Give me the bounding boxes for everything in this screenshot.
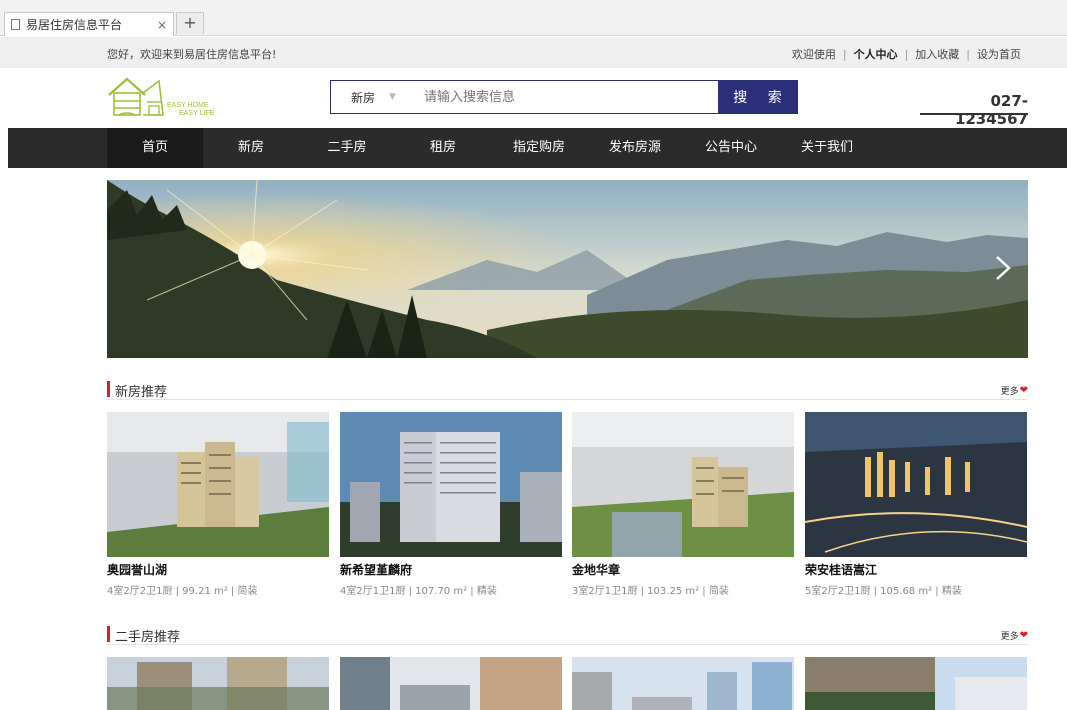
browser-tab-strip: 易居住房信息平台 × + xyxy=(0,0,1067,36)
nav-item-rent[interactable]: 租房 xyxy=(395,128,491,168)
property-image[interactable] xyxy=(107,657,329,710)
section-title: 新房推荐 xyxy=(115,385,168,400)
search-input[interactable] xyxy=(416,81,718,113)
property-image[interactable] xyxy=(805,412,1027,557)
property-card[interactable]: 新希望堇麟府 4室2厅1卫1厨 | 107.70 m² | 精装 xyxy=(340,412,562,597)
property-info: 3室2厅1卫1厨 | 103.25 m² | 简装 xyxy=(572,586,729,597)
main-nav: 首页 新房 二手房 租房 指定购房 发布房源 公告中心 关于我们 xyxy=(8,128,1067,168)
property-name[interactable]: 荣安桂语嵩江 xyxy=(805,561,1027,578)
set-homepage-link[interactable]: 设为首页 xyxy=(972,46,1026,62)
chevron-right-icon[interactable] xyxy=(994,255,1012,281)
property-card[interactable]: 奥园誉山湖 4室2厅2卫1厨 | 99.21 m² | 简装 xyxy=(107,412,329,597)
top-links: 欢迎使用 | 个人中心 | 加入收藏 | 设为首页 xyxy=(787,46,1026,62)
welcome-use-link[interactable]: 欢迎使用 xyxy=(787,46,841,62)
separator: | xyxy=(842,47,847,61)
nav-item-home[interactable]: 首页 xyxy=(107,128,203,168)
second-hand-section-header: 二手房推荐 更多 ❤ xyxy=(107,625,1028,645)
tab-title: 易居住房信息平台 xyxy=(26,18,123,32)
phone-number: 027-1234567 xyxy=(920,89,1028,128)
property-image[interactable] xyxy=(107,412,329,557)
section-accent-bar xyxy=(107,626,110,642)
property-info: 4室2厅2卫1厨 | 99.21 m² | 简装 xyxy=(107,586,258,597)
property-name[interactable]: 新希望堇麟府 xyxy=(340,561,562,578)
separator: | xyxy=(904,47,909,61)
section-accent-bar xyxy=(107,381,110,397)
property-image[interactable] xyxy=(805,657,1027,710)
property-card[interactable]: 金地华章 3室2厅1卫1厨 | 103.25 m² | 简装 xyxy=(572,412,794,597)
search-bar: 新房 ▼ 搜 索 xyxy=(330,80,798,114)
nav-item-announcements[interactable]: 公告中心 xyxy=(683,128,779,168)
property-card[interactable]: 荣安桂语嵩江 5室2厅2卫1厨 | 105.68 m² | 精装 xyxy=(805,412,1027,597)
add-favorite-link[interactable]: 加入收藏 xyxy=(910,46,964,62)
property-image[interactable] xyxy=(340,657,562,710)
nav-item-new-house[interactable]: 新房 xyxy=(203,128,299,168)
new-tab-button[interactable]: + xyxy=(176,12,204,34)
more-label: 更多 xyxy=(1000,632,1019,642)
nav-item-second-hand[interactable]: 二手房 xyxy=(299,128,395,168)
top-welcome-bar: 您好，欢迎来到易居住房信息平台! 欢迎使用 | 个人中心 | 加入收藏 | 设为… xyxy=(0,37,1067,68)
nav-item-publish-listing[interactable]: 发布房源 xyxy=(587,128,683,168)
search-type-label: 新房 xyxy=(351,90,376,105)
tab-close-button[interactable]: × xyxy=(155,18,169,32)
caret-down-icon: ▼ xyxy=(389,92,396,102)
house-logo-icon: EASY HOME EASY LIFE xyxy=(108,77,215,117)
site-logo[interactable]: EASY HOME EASY LIFE xyxy=(107,75,227,121)
search-button[interactable]: 搜 索 xyxy=(718,81,797,113)
mountain-sunrise-image xyxy=(107,180,1028,358)
hero-banner[interactable] xyxy=(107,180,1028,358)
property-image[interactable] xyxy=(340,412,562,557)
browser-tab[interactable]: 易居住房信息平台 × xyxy=(4,12,174,36)
property-info: 4室2厅1卫1厨 | 107.70 m² | 精装 xyxy=(340,586,497,597)
property-name[interactable]: 金地华章 xyxy=(572,561,794,578)
more-link[interactable]: 更多 ❤ xyxy=(1001,629,1028,642)
personal-center-link[interactable]: 个人中心 xyxy=(849,46,903,62)
welcome-text: 您好，欢迎来到易居住房信息平台! xyxy=(107,48,277,61)
heart-icon: ❤ xyxy=(1019,385,1028,396)
nav-item-designated-purchase[interactable]: 指定购房 xyxy=(491,128,587,168)
nav-item-about-us[interactable]: 关于我们 xyxy=(779,128,875,168)
more-label: 更多 xyxy=(1000,387,1019,397)
document-icon xyxy=(11,19,20,30)
more-link[interactable]: 更多 ❤ xyxy=(1001,384,1028,397)
separator: | xyxy=(966,47,970,61)
heart-icon: ❤ xyxy=(1019,630,1028,641)
property-image[interactable] xyxy=(572,412,794,557)
logo-tagline-2: EASY LIFE xyxy=(179,110,215,117)
section-title: 二手房推荐 xyxy=(115,630,181,645)
property-info: 5室2厅2卫1厨 | 105.68 m² | 精装 xyxy=(805,586,962,597)
property-image[interactable] xyxy=(572,657,794,710)
search-type-select[interactable]: 新房 ▼ xyxy=(331,81,416,113)
property-name[interactable]: 奥园誉山湖 xyxy=(107,561,329,578)
new-house-section-header: 新房推荐 更多 ❤ xyxy=(107,380,1028,400)
logo-tagline-1: EASY HOME xyxy=(167,102,209,109)
